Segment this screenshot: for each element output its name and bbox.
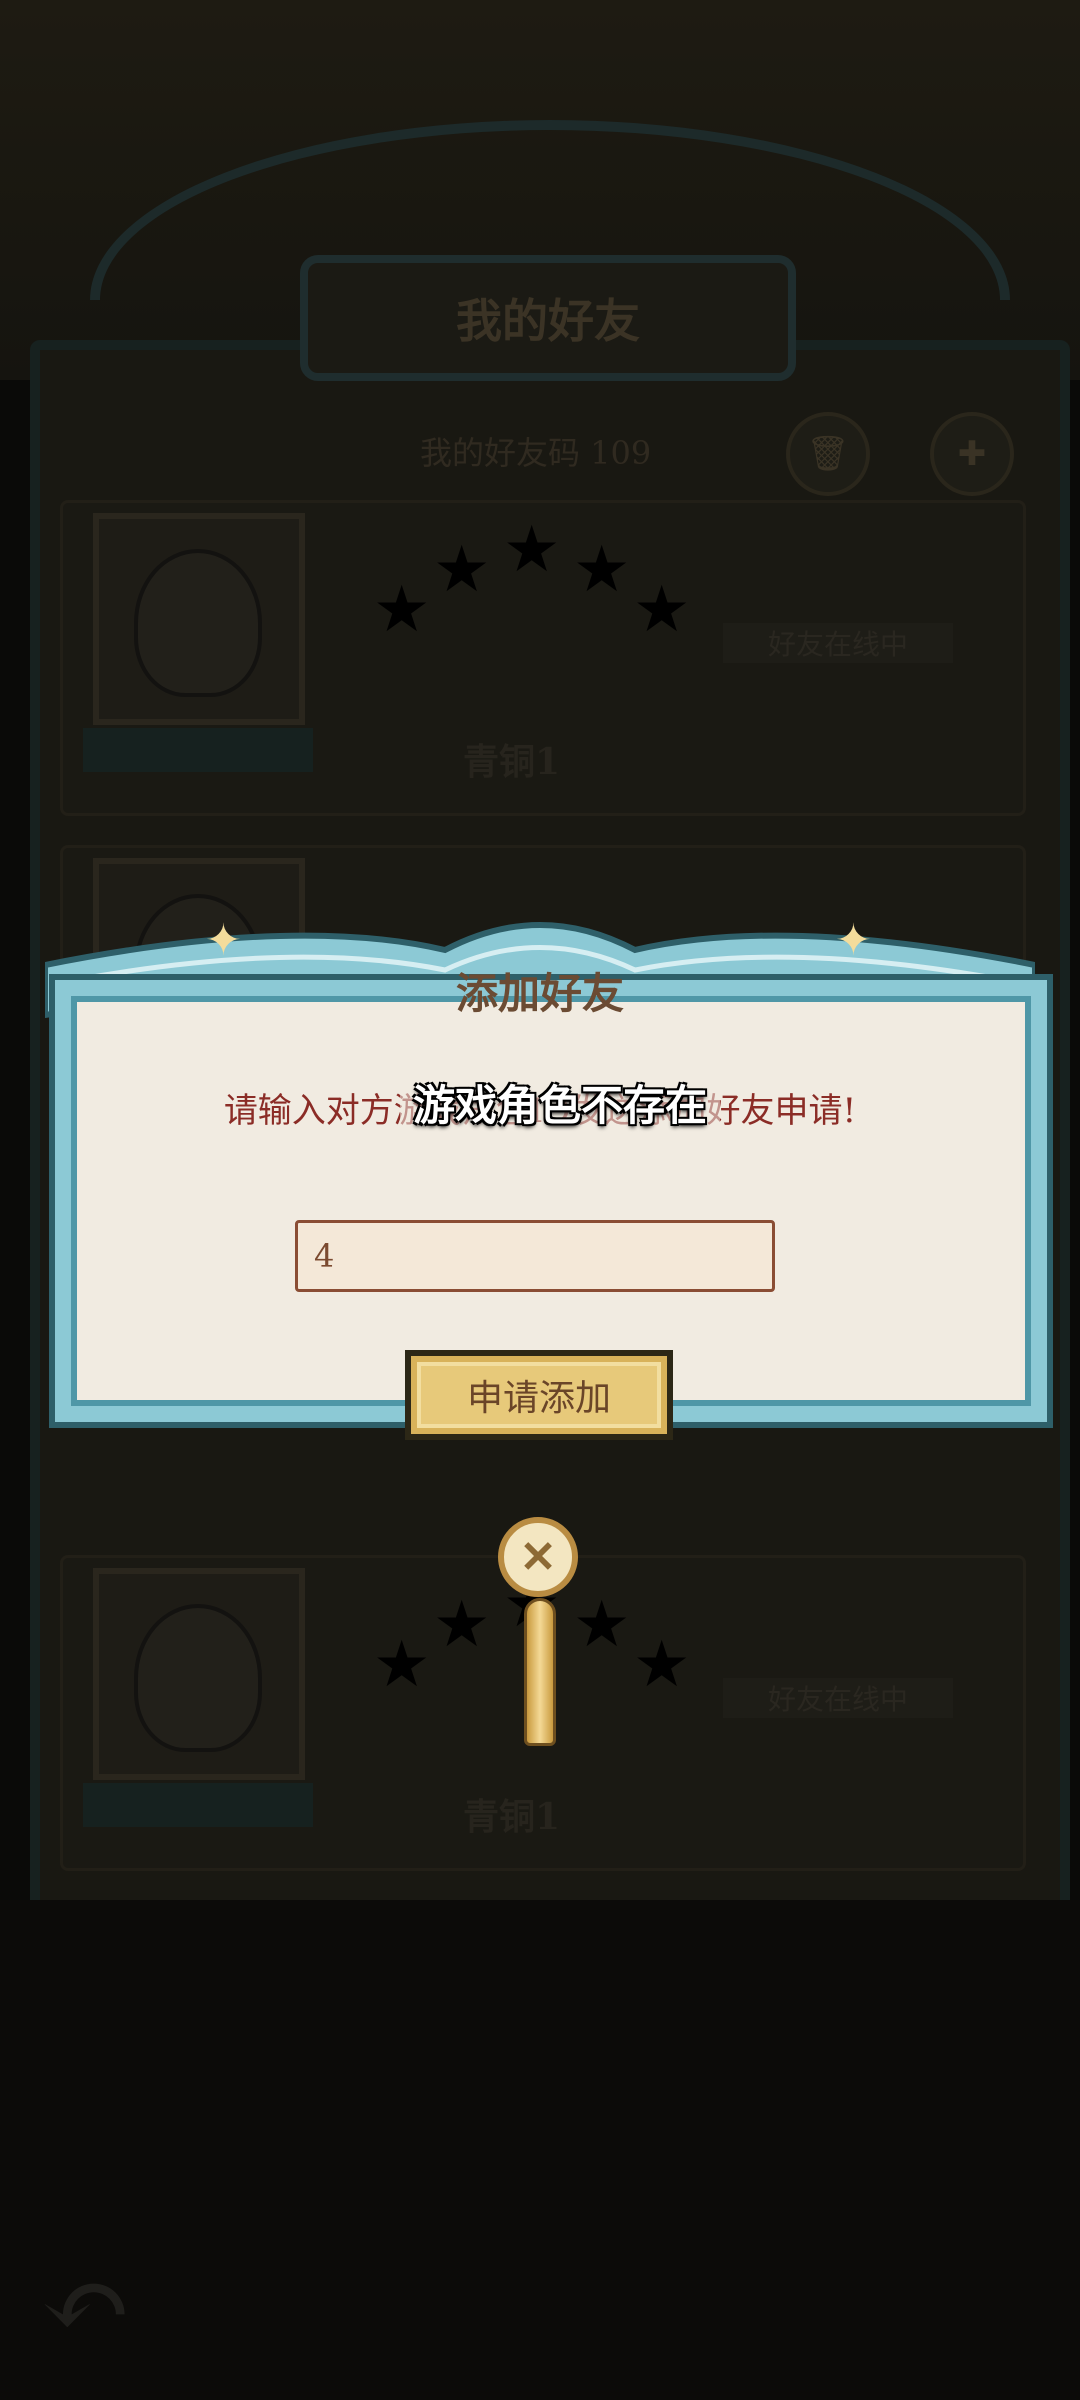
avatar <box>93 513 305 725</box>
rank-label: 青铜1 <box>463 741 561 783</box>
close-icon: ✕ <box>519 1531 557 1583</box>
friend-code-label: 我的好友码 109 <box>420 434 652 472</box>
online-status: 好友在线中 <box>723 623 953 663</box>
close-button[interactable]: ✕ <box>498 1517 578 1597</box>
delete-button[interactable]: 🗑 <box>786 412 870 496</box>
rank-stars: ★★ ★★ ★ <box>373 513 691 647</box>
dialog-title: 添加好友 <box>455 969 624 1018</box>
friend-card[interactable]: ★★ ★★ ★ 青铜1 好友在线中 <box>60 500 1026 816</box>
trash-icon: 🗑 <box>806 434 850 474</box>
rank-ribbon <box>83 728 313 772</box>
add-friend-icon: ✚ <box>957 434 987 474</box>
add-friend-button[interactable]: ✚ <box>930 412 1014 496</box>
add-friend-dialog: ✦ ✦ 添加好友 请输入对方游戏角色ID发送添加好友申请! 游戏角色不存在 申请… <box>45 895 1047 1505</box>
rank-label: 青铜1 <box>463 1796 561 1838</box>
page-title: 我的好友 <box>300 255 796 381</box>
role-id-input[interactable] <box>295 1220 775 1292</box>
rank-stars: ★★ ★★ ★ <box>373 1568 691 1702</box>
sparkle-icon: ✦ <box>835 915 872 966</box>
rank-ribbon <box>83 1783 313 1827</box>
back-arrow-icon: ↶ <box>40 2241 133 2369</box>
error-toast: 游戏角色不存在 <box>400 1067 720 1137</box>
bottom-band <box>0 1900 1080 2400</box>
sparkle-icon: ✦ <box>205 915 242 966</box>
close-button-stem <box>524 1598 556 1746</box>
apply-add-button[interactable]: 申请添加 <box>405 1350 673 1440</box>
online-status: 好友在线中 <box>723 1678 953 1718</box>
back-button[interactable]: ↶ <box>40 2250 160 2360</box>
avatar <box>93 1568 305 1780</box>
